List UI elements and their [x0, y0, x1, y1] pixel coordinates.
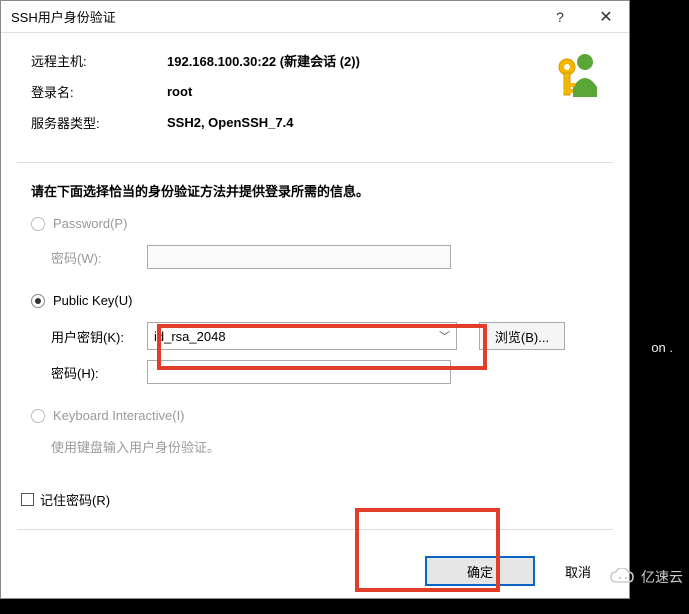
keyboard-interactive-method: Keyboard Interactive(I) 使用键盘输入用户身份验证。	[31, 408, 599, 456]
watermark: 亿速云	[609, 567, 683, 587]
password-radio-label: Password(P)	[53, 216, 127, 231]
kbi-radio	[31, 409, 45, 423]
connection-info: 远程主机: 192.168.100.30:22 (新建会话 (2)) 登录名: …	[1, 33, 629, 154]
dialog-title: SSH用户身份验证	[11, 7, 537, 26]
instruction-text: 请在下面选择恰当的身份验证方法并提供登录所需的信息。	[1, 163, 629, 216]
user-key-label: 用户密钥(K):	[51, 327, 147, 346]
password-input	[147, 245, 451, 269]
ssh-auth-dialog: SSH用户身份验证 ? ✕ 远程主机: 192.168.100.30:22 (新…	[0, 0, 630, 599]
publickey-method: Public Key(U) 用户密钥(K): id_rsa_2048 ﹀ 浏览(…	[31, 293, 599, 384]
server-type-label: 服务器类型:	[31, 113, 167, 132]
kbi-hint: 使用键盘输入用户身份验证。	[51, 437, 599, 456]
publickey-radio[interactable]	[31, 294, 45, 308]
kbi-radio-label: Keyboard Interactive(I)	[53, 408, 185, 423]
remote-host-value: 192.168.100.30:22 (新建会话 (2))	[167, 51, 360, 70]
chevron-down-icon: ﹀	[439, 328, 450, 344]
browse-button[interactable]: 浏览(B)...	[479, 322, 565, 350]
remember-password-checkbox[interactable]	[21, 493, 34, 506]
user-key-value: id_rsa_2048	[154, 329, 226, 344]
publickey-radio-label: Public Key(U)	[53, 293, 132, 308]
close-button[interactable]: ✕	[583, 1, 629, 33]
login-name-value: root	[167, 84, 192, 99]
auth-methods: Password(P) 密码(W): Public Key(U) 用户密钥(K)…	[1, 216, 629, 480]
remote-host-label: 远程主机:	[31, 51, 167, 70]
cancel-button[interactable]: 取消	[553, 556, 603, 586]
bottom-bar: 记住密码(R) 确定 取消	[1, 480, 629, 614]
user-key-dropdown[interactable]: id_rsa_2048 ﹀	[147, 322, 457, 350]
login-name-label: 登录名:	[31, 82, 167, 101]
remember-password-label: 记住密码(R)	[40, 490, 110, 509]
cloud-icon	[609, 568, 637, 586]
passphrase-input[interactable]	[147, 360, 451, 384]
password-radio	[31, 217, 45, 231]
password-method: Password(P) 密码(W):	[31, 216, 599, 269]
titlebar: SSH用户身份验证 ? ✕	[1, 1, 629, 33]
help-button[interactable]: ?	[537, 1, 583, 33]
passphrase-label: 密码(H):	[51, 363, 147, 382]
watermark-text: 亿速云	[641, 567, 683, 587]
password-field-label: 密码(W):	[51, 248, 147, 267]
server-type-value: SSH2, OpenSSH_7.4	[167, 115, 293, 130]
user-key-icon	[553, 47, 607, 101]
ok-button[interactable]: 确定	[425, 556, 535, 586]
background-text: on .	[651, 340, 673, 355]
